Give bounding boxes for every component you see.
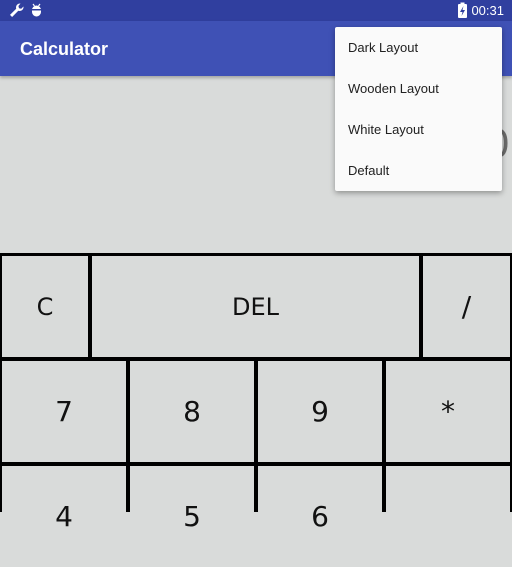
digit-7-button[interactable]: 7: [2, 361, 126, 462]
wrench-icon: [10, 3, 24, 17]
multiply-button[interactable]: *: [386, 361, 510, 462]
delete-button[interactable]: DEL: [92, 256, 419, 357]
menu-item-dark-layout[interactable]: Dark Layout: [335, 27, 502, 68]
menu-item-default[interactable]: Default: [335, 150, 502, 191]
menu-item-wooden-layout[interactable]: Wooden Layout: [335, 68, 502, 109]
digit-9-button[interactable]: 9: [258, 361, 382, 462]
android-debug-icon: [31, 3, 42, 17]
status-bar: 00:31: [0, 0, 512, 21]
digit-6-button[interactable]: 6: [258, 466, 382, 567]
menu-item-white-layout[interactable]: White Layout: [335, 109, 502, 150]
divide-button[interactable]: /: [423, 256, 510, 357]
overflow-menu: Dark Layout Wooden Layout White Layout D…: [335, 27, 502, 191]
digit-8-button[interactable]: 8: [130, 361, 254, 462]
clear-button[interactable]: C: [2, 256, 88, 357]
status-time: 00:31: [471, 3, 504, 18]
keypad: C DEL / 7 8 9 * 4 5 6: [0, 253, 512, 567]
operator-button[interactable]: [386, 466, 510, 567]
digit-5-button[interactable]: 5: [130, 466, 254, 567]
battery-charging-icon: [458, 2, 467, 18]
digit-4-button[interactable]: 4: [2, 466, 126, 567]
app-title: Calculator: [20, 39, 109, 59]
